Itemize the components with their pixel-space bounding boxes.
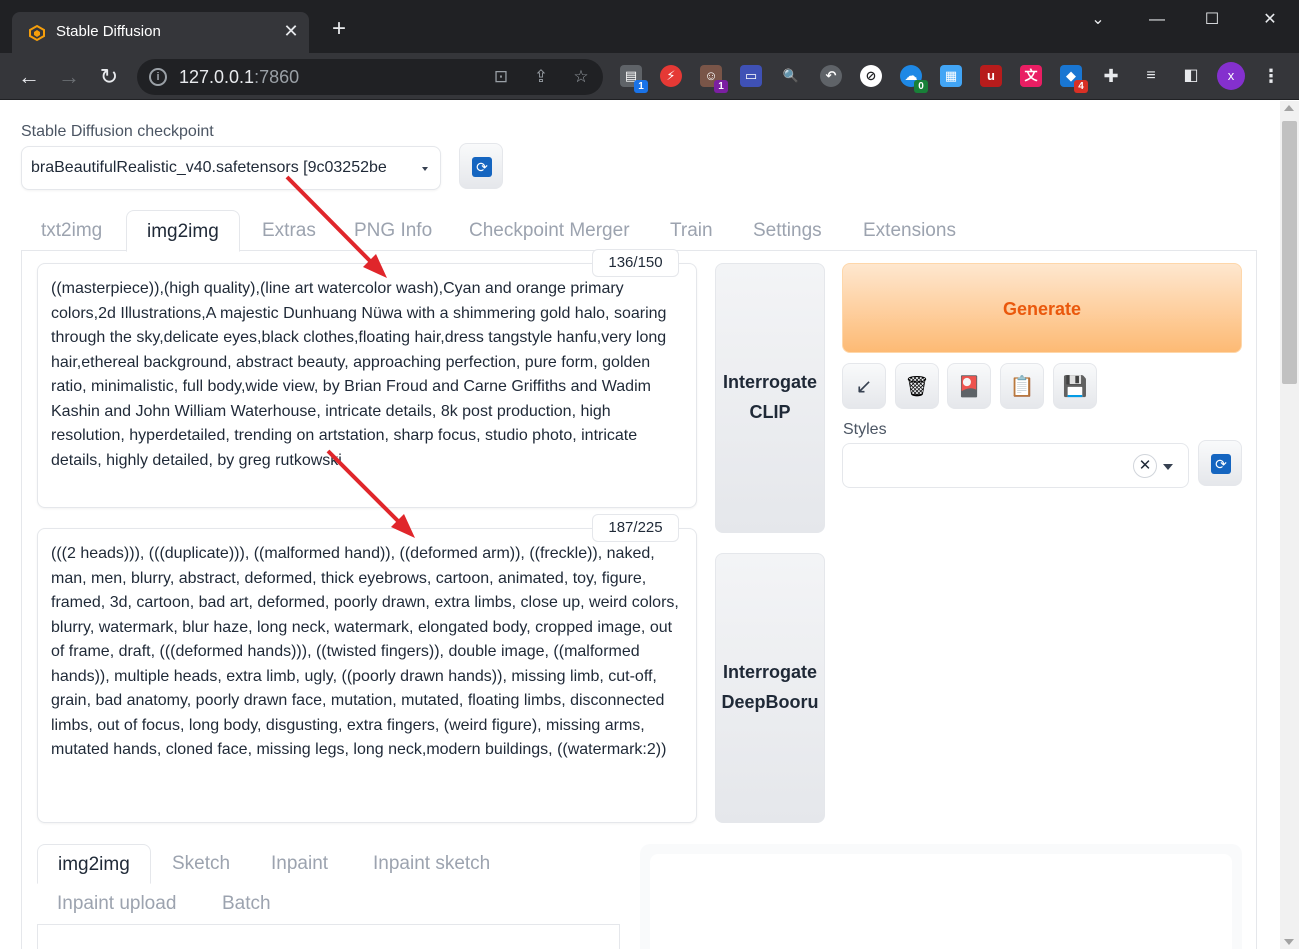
close-window-icon[interactable]: ✕ [1250, 6, 1290, 34]
tab-search-icon[interactable]: ⌄ [1078, 6, 1118, 34]
site-info-icon[interactable]: i [149, 68, 167, 86]
annotation-arrows [285, 175, 415, 538]
page-scrollbar[interactable] [1280, 101, 1299, 949]
annotation-arrow-2 [326, 449, 405, 528]
extension-2-icon[interactable]: ⚡ [660, 65, 682, 87]
translate-extension-icon[interactable]: 文 [1020, 65, 1042, 87]
extension-7-icon[interactable]: ◆ 4 [1060, 65, 1088, 93]
url-text: 127.0.0.1:7860 [179, 67, 300, 87]
extension-5-icon[interactable]: ↶ [820, 65, 842, 87]
share-icon[interactable]: ⇪ [529, 66, 553, 88]
webui-page: Stable Diffusion checkpoint braBeautiful… [0, 101, 1280, 949]
annotation-arrow-1 [285, 175, 377, 268]
address-bar[interactable]: i 127.0.0.1:7860 ⊡ ⇪ ☆ [137, 59, 603, 95]
stable-diffusion-favicon-icon [29, 24, 45, 42]
extension-3-icon[interactable]: ☺ 1 [700, 65, 728, 93]
back-icon[interactable]: ← [14, 62, 44, 92]
scrollbar-thumb[interactable] [1282, 121, 1297, 384]
scroll-up-icon[interactable] [1284, 105, 1294, 111]
maximize-icon[interactable]: ☐ [1192, 6, 1232, 34]
extensions-puzzle-icon[interactable]: ✚ [1100, 65, 1122, 87]
browser-window: Stable Diffusion ✕ + ⌄ — ☐ ✕ ← → ↻ i 127… [0, 0, 1299, 949]
extension-6-icon[interactable]: ▦ [940, 65, 962, 87]
extension-4-icon[interactable]: ▭ [740, 65, 762, 87]
browser-toolbar: ← → ↻ i 127.0.0.1:7860 ⊡ ⇪ ☆ ▤ 1 ⚡ ☺ 1 ▭ 🔍… [0, 53, 1299, 100]
bookmark-star-icon[interactable]: ☆ [569, 66, 593, 88]
ublock-icon[interactable]: u [980, 65, 1002, 87]
close-tab-icon[interactable]: ✕ [280, 19, 302, 43]
translate-icon[interactable]: ⊡ [489, 66, 513, 88]
media-control-icon[interactable]: ≡ [1140, 65, 1162, 87]
forward-icon[interactable]: → [54, 62, 84, 92]
minimize-icon[interactable]: — [1137, 6, 1177, 34]
browser-tab[interactable]: Stable Diffusion ✕ [12, 12, 309, 53]
browser-menu-icon[interactable]: ⋮ [1260, 65, 1282, 87]
side-panel-icon[interactable]: ◧ [1180, 65, 1202, 87]
cloud-extension-icon[interactable]: ☁ 0 [900, 65, 928, 93]
new-tab-icon[interactable]: + [326, 17, 352, 41]
reload-icon[interactable]: ↻ [94, 62, 124, 92]
block-extension-icon[interactable]: ⊘ [860, 65, 882, 87]
extension-1-icon[interactable]: ▤ 1 [620, 65, 648, 93]
title-bar: Stable Diffusion ✕ + ⌄ — ☐ ✕ [0, 0, 1299, 53]
tab-title: Stable Diffusion [56, 23, 161, 40]
profile-avatar[interactable]: x [1217, 62, 1245, 90]
scroll-down-icon[interactable] [1284, 939, 1294, 945]
search-extension-icon[interactable]: 🔍 [780, 65, 802, 87]
